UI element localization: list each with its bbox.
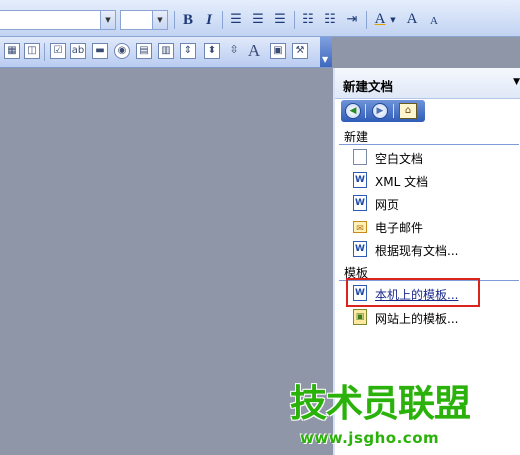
task-pane-header: 新建文档 ▼ bbox=[335, 68, 520, 99]
chevron-down-icon[interactable]: ▼ bbox=[513, 77, 520, 87]
align-right-icon[interactable]: ☰ bbox=[270, 10, 290, 30]
chevron-down-icon[interactable]: ▼ bbox=[100, 11, 115, 29]
drawing-toolbar: ▦ ◫ ☑ ab ▬ ◉ ▤ ▥ ⇕ ⬍ ⇳ A ▣ ⚒ ▼ bbox=[0, 37, 332, 68]
checkbox-tool-icon[interactable]: ☑ bbox=[50, 43, 66, 59]
blank-document-icon bbox=[353, 149, 367, 165]
indent-icon[interactable]: ⇥ bbox=[342, 10, 362, 30]
draw-tool-icon[interactable]: ▦ bbox=[4, 43, 20, 59]
formatting-toolbar: ▼ ▼ B I ☰ ☰ ☰ ☷ ☷ ⇥ A ▼ A A bbox=[0, 0, 520, 37]
toolbar-separator bbox=[174, 11, 175, 29]
toolbar-options-handle[interactable]: ▼ bbox=[320, 37, 332, 67]
chevron-down-icon[interactable]: ▼ bbox=[152, 11, 167, 29]
align-left-icon[interactable]: ☰ bbox=[226, 10, 246, 30]
word-document-icon: W bbox=[353, 172, 367, 188]
templates-on-web[interactable]: ▣ 网站上的模板... bbox=[353, 307, 513, 327]
document-area bbox=[0, 68, 332, 455]
text-tool-button[interactable]: A bbox=[246, 42, 262, 59]
italic-button[interactable]: I bbox=[199, 10, 219, 30]
toolbar-separator bbox=[222, 11, 223, 29]
web-page-icon: W bbox=[353, 195, 367, 211]
image-tool-icon[interactable]: ▣ bbox=[270, 43, 286, 59]
numbered-list-icon[interactable]: ☷ bbox=[298, 10, 318, 30]
watermark-url: www.jsgho.com bbox=[300, 429, 440, 447]
nav-separator bbox=[365, 104, 366, 118]
home-icon[interactable]: ⌂ bbox=[399, 103, 417, 119]
list-item-label[interactable]: 空白文档 bbox=[375, 150, 423, 167]
font-color-button[interactable]: A bbox=[370, 9, 390, 29]
list-item-label[interactable]: 网站上的模板... bbox=[375, 310, 458, 327]
highlight-annotation bbox=[346, 278, 480, 307]
toolbar-separator bbox=[366, 11, 367, 29]
web-templates-icon: ▣ bbox=[353, 309, 367, 325]
task-pane-nav-bar: ◀ ▶ ⌂ bbox=[341, 100, 425, 122]
textfield-tool-icon[interactable]: ab bbox=[70, 43, 86, 59]
forward-icon[interactable]: ▶ bbox=[372, 103, 388, 119]
new-web-page[interactable]: W 网页 bbox=[353, 193, 513, 213]
new-from-existing[interactable]: W 根据现有文档... bbox=[353, 239, 513, 259]
toolbox-tool-icon[interactable]: ⚒ bbox=[292, 43, 308, 59]
watermark-logo: 技术员联盟 bbox=[290, 382, 471, 425]
list-item-label[interactable]: 根据现有文档... bbox=[375, 242, 458, 259]
callout-tool-icon[interactable]: ◫ bbox=[24, 43, 40, 59]
list-item-label[interactable]: 网页 bbox=[375, 196, 399, 213]
email-icon: ✉ bbox=[353, 221, 367, 234]
list-item-label[interactable]: 电子邮件 bbox=[375, 219, 423, 236]
bullet-list-icon[interactable]: ☷ bbox=[320, 10, 340, 30]
button-tool-icon[interactable]: ▬ bbox=[92, 43, 108, 59]
shrink-font-button[interactable]: A bbox=[424, 11, 444, 31]
align-center-icon[interactable]: ☰ bbox=[248, 10, 268, 30]
toolbar-separator bbox=[44, 43, 45, 61]
radio-tool-icon[interactable]: ◉ bbox=[114, 43, 130, 59]
chevron-down-icon[interactable]: ▼ bbox=[322, 55, 328, 64]
scroll-tool-icon[interactable]: ⇕ bbox=[180, 43, 196, 59]
grow-font-button[interactable]: A bbox=[402, 9, 422, 29]
section-divider bbox=[339, 144, 519, 145]
back-icon[interactable]: ◀ bbox=[345, 103, 361, 119]
new-xml-document[interactable]: W XML 文档 bbox=[353, 170, 513, 190]
style-combobox[interactable]: ▼ bbox=[0, 10, 116, 30]
nav-separator bbox=[393, 104, 394, 118]
font-size-combobox[interactable]: ▼ bbox=[120, 10, 168, 30]
spin-arrows-icon[interactable]: ⇳ bbox=[226, 43, 242, 59]
list-item-label[interactable]: XML 文档 bbox=[375, 173, 428, 190]
spinner-tool-icon[interactable]: ⬍ bbox=[204, 43, 220, 59]
word-document-icon: W bbox=[353, 241, 367, 257]
toolbar-separator bbox=[294, 11, 295, 29]
combo-tool-icon[interactable]: ▥ bbox=[158, 43, 174, 59]
task-pane-title: 新建文档 bbox=[343, 79, 394, 94]
section-label-new: 新建 bbox=[344, 130, 369, 144]
bold-button[interactable]: B bbox=[178, 10, 198, 30]
new-email[interactable]: ✉ 电子邮件 bbox=[353, 216, 513, 236]
new-blank-document[interactable]: 空白文档 bbox=[353, 147, 513, 167]
listbox-tool-icon[interactable]: ▤ bbox=[136, 43, 152, 59]
chevron-down-icon[interactable]: ▼ bbox=[388, 10, 398, 30]
